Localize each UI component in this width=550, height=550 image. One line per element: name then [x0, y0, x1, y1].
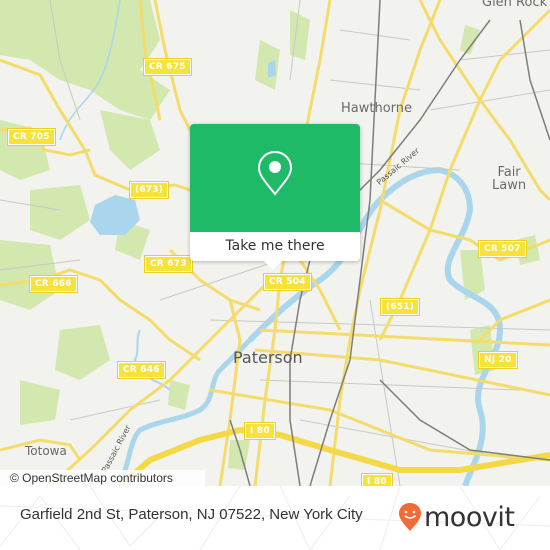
road-shield-cr507: CR 507: [478, 240, 527, 258]
road-shield-cr666: CR 666: [29, 275, 78, 293]
place-label-totowa: Totowa: [25, 444, 67, 458]
location-pin-icon: [257, 150, 293, 196]
popup-pointer: [264, 261, 282, 270]
road-shield-651: (651): [379, 298, 421, 316]
place-label-hawthorne: Hawthorne: [341, 101, 413, 116]
road-shield-nj20: NJ 20: [478, 351, 518, 369]
place-label-fair-lawn: Fair Lawn: [492, 165, 527, 193]
footer-bar: Garfield 2nd St, Paterson, NJ 07522, New…: [0, 486, 550, 550]
road-shield-cr504: CR 504: [263, 273, 312, 291]
place-label-paterson: Paterson: [233, 348, 303, 367]
road-shield-673: (673): [128, 181, 170, 199]
address-text: Garfield 2nd St, Paterson, NJ 07522, New…: [20, 506, 363, 523]
road-shield-cr675: CR 675: [143, 58, 192, 76]
place-label-glen-rock: Glen Rock: [482, 0, 548, 10]
road-shield-i80-south: I 80: [361, 473, 393, 486]
popup-header: [190, 124, 360, 232]
road-shield-cr705: CR 705: [7, 128, 56, 146]
road-shield-i80: I 80: [244, 422, 276, 440]
take-me-there-button[interactable]: Take me there: [190, 232, 360, 261]
map-attribution[interactable]: © OpenStreetMap contributors: [0, 470, 205, 486]
map-view[interactable]: CR 675 CR 705 (673) CR 673 CR 666 CR 504…: [0, 0, 550, 486]
road-shield-cr646: CR 646: [117, 361, 166, 379]
road-shield-cr673: CR 673: [144, 255, 193, 273]
moovit-wordmark: moovit: [424, 501, 515, 533]
location-popup: Take me there: [190, 124, 360, 270]
moovit-logo[interactable]: moovit: [398, 500, 515, 534]
moovit-pin-icon: [399, 503, 421, 531]
